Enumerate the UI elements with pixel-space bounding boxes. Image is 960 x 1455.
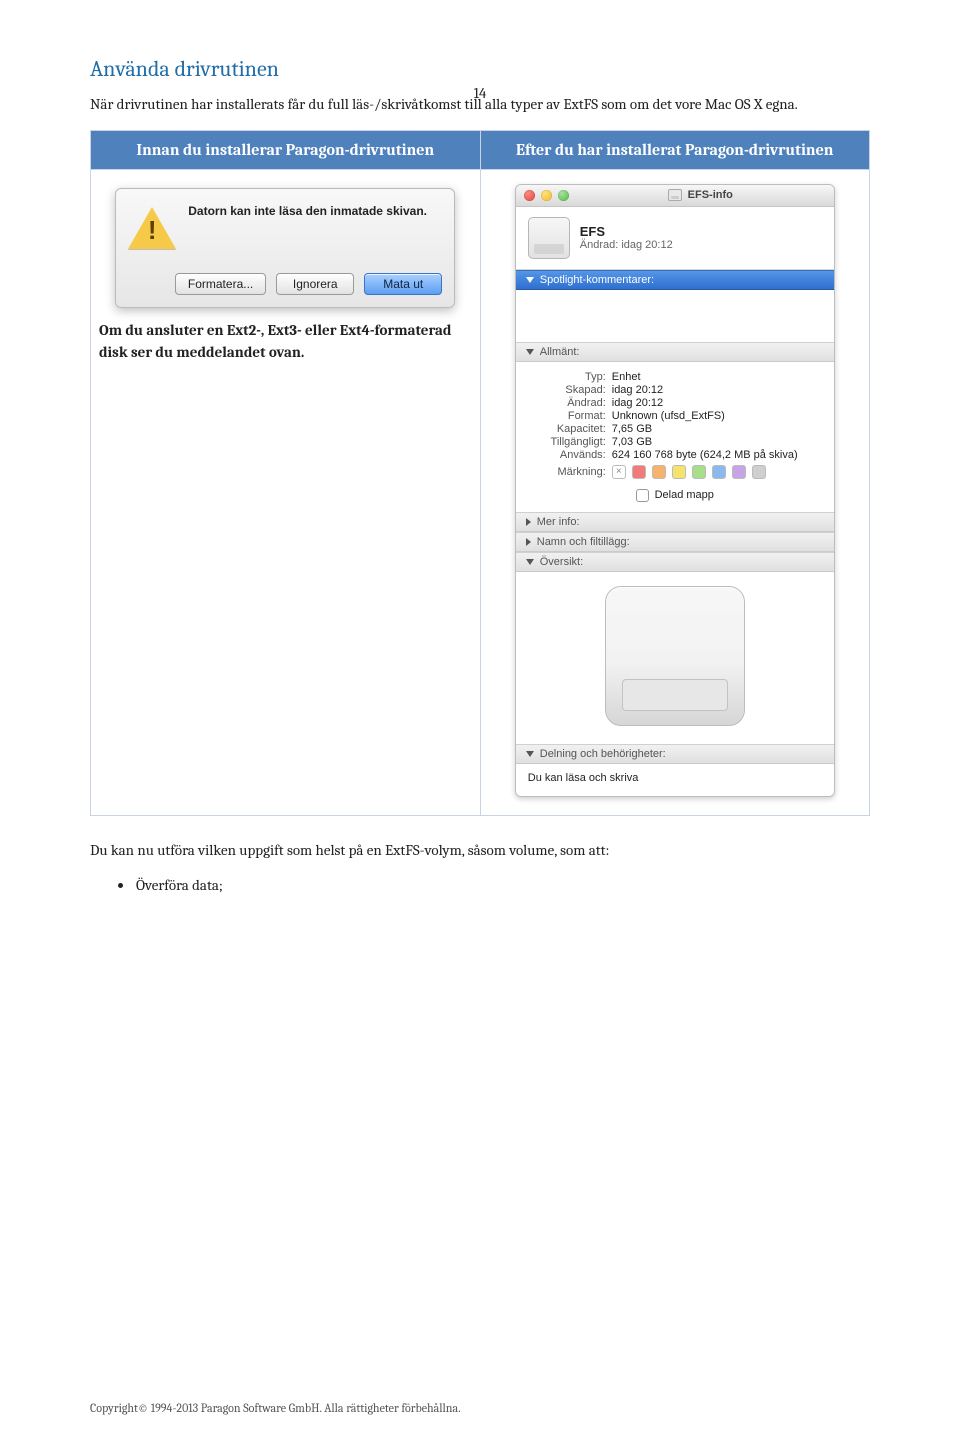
close-icon[interactable] [524, 190, 535, 201]
label-red[interactable] [632, 465, 646, 479]
name-ext-section-header[interactable]: Namn och filtillägg: [516, 532, 834, 552]
section-heading: Använda drivrutinen [90, 56, 870, 82]
kv-val: 7,03 GB [612, 436, 822, 448]
window-title: EFS-info [688, 189, 733, 201]
eject-button[interactable]: Mata ut [364, 273, 442, 295]
disclosure-triangle-icon [526, 518, 531, 526]
kv-key: Typ: [528, 371, 606, 383]
shared-folder-checkbox[interactable] [636, 489, 649, 502]
kv-val: 7,65 GB [612, 423, 822, 435]
disclosure-triangle-icon [526, 538, 531, 546]
bullet-list: Överföra data; [134, 876, 870, 894]
after-cell: EFS-info EFS Ändrad: idag 20:12 Spotligh… [480, 169, 870, 815]
label-purple[interactable] [732, 465, 746, 479]
label-yellow[interactable] [672, 465, 686, 479]
overview-section-header[interactable]: Översikt: [516, 552, 834, 572]
titlebar-disk-icon [668, 189, 682, 201]
permissions-section-header[interactable]: Delning och behörigheter: [516, 744, 834, 764]
alert-dialog: ! Datorn kan inte läsa den inmatade skiv… [115, 188, 455, 308]
general-body: Typ: Enhet Skapad: idag 20:12 Ändrad: idag … [516, 362, 834, 512]
before-cell: ! Datorn kan inte läsa den inmatade skiv… [91, 169, 481, 815]
zoom-icon[interactable] [558, 190, 569, 201]
spotlight-section-header[interactable]: Spotlight-kommentarer: [516, 270, 834, 290]
kv-key: Märkning: [528, 466, 606, 478]
alert-message: Datorn kan inte läsa den inmatade skivan… [188, 203, 427, 219]
spotlight-comment-body[interactable] [516, 290, 834, 342]
copyright-footer: Copyright© 1994-2013 Paragon Software Gm… [90, 1401, 461, 1415]
col-header-after: Efter du har installerat Paragon-drivrut… [480, 130, 870, 169]
titlebar: EFS-info [516, 185, 834, 207]
shared-folder-label: Delad mapp [655, 489, 714, 501]
concluding-paragraph: Du kan nu utföra vilken uppgift som hels… [90, 840, 870, 862]
label-blue[interactable] [712, 465, 726, 479]
minimize-icon[interactable] [541, 190, 552, 201]
disk-icon [528, 217, 570, 259]
more-info-section-header[interactable]: Mer info: [516, 512, 834, 532]
list-item: Överföra data; [134, 876, 870, 894]
overview-body [516, 572, 834, 744]
general-section-header[interactable]: Allmänt: [516, 342, 834, 362]
warning-icon: ! [128, 203, 176, 251]
disclosure-triangle-icon [526, 349, 534, 355]
permissions-label: Delning och behörigheter: [540, 748, 666, 760]
permissions-text: Du kan läsa och skriva [528, 772, 639, 784]
col-header-before: Innan du installerar Paragon-drivrutinen [91, 130, 481, 169]
kv-val: idag 20:12 [612, 384, 822, 396]
volume-modified: Ändrad: idag 20:12 [580, 239, 673, 251]
format-button[interactable]: Formatera... [175, 273, 266, 295]
name-ext-label: Namn och filtillägg: [537, 536, 630, 548]
page-number: 14 [0, 84, 960, 102]
kv-val: 624 160 768 byte (624,2 MB på skiva) [612, 449, 822, 461]
kv-val: idag 20:12 [612, 397, 822, 409]
kv-key: Ändrad: [528, 397, 606, 409]
label-orange[interactable] [652, 465, 666, 479]
volume-header: EFS Ändrad: idag 20:12 [516, 207, 834, 270]
overview-label: Översikt: [540, 556, 583, 568]
efs-info-window: EFS-info EFS Ändrad: idag 20:12 Spotligh… [515, 184, 835, 797]
disclosure-triangle-icon [526, 751, 534, 757]
kv-key: Format: [528, 410, 606, 422]
ignore-button[interactable]: Ignorera [276, 273, 354, 295]
kv-key: Tillgängligt: [528, 436, 606, 448]
spotlight-label: Spotlight-kommentarer: [540, 274, 654, 286]
kv-key: Skapad: [528, 384, 606, 396]
disclosure-triangle-icon [526, 277, 534, 283]
kv-val: Enhet [612, 371, 822, 383]
label-green[interactable] [692, 465, 706, 479]
kv-val: Unknown (ufsd_ExtFS) [612, 410, 822, 422]
comparison-table: Innan du installerar Paragon-drivrutinen… [90, 130, 870, 816]
kv-key: Kapacitet: [528, 423, 606, 435]
permissions-body: Du kan läsa och skriva [516, 764, 834, 796]
label-none-icon[interactable]: × [612, 465, 626, 479]
volume-name: EFS [580, 224, 673, 239]
kv-key: Används: [528, 449, 606, 461]
general-label: Allmänt: [540, 346, 580, 358]
before-caption: Om du ansluter en Ext2-, Ext3- eller Ext… [99, 320, 472, 364]
more-info-label: Mer info: [537, 516, 580, 528]
preview-disk-icon [605, 586, 745, 726]
disclosure-triangle-icon [526, 559, 534, 565]
label-gray[interactable] [752, 465, 766, 479]
